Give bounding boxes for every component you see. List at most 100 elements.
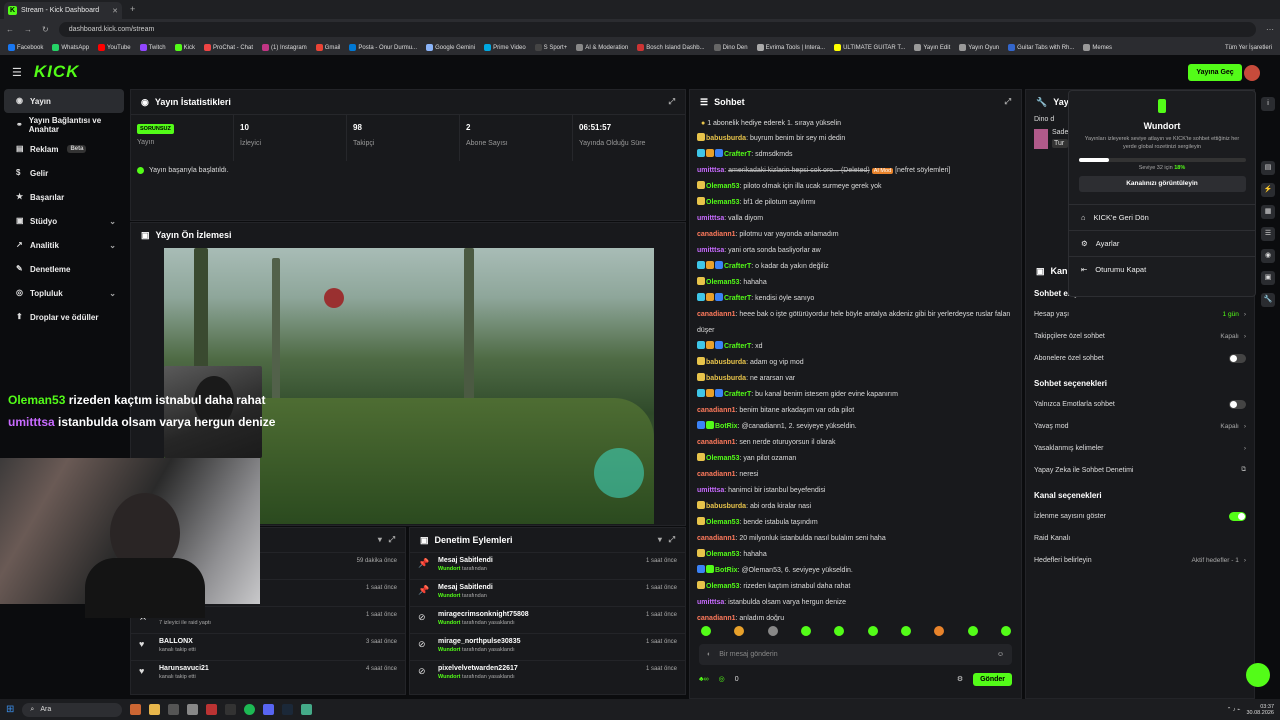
chat-username[interactable]: Oleman53 [706, 551, 739, 558]
chat-username[interactable]: CrafterT [724, 343, 751, 350]
emote-icon[interactable] [734, 626, 745, 636]
user-avatar[interactable] [1244, 65, 1260, 81]
chat-username[interactable]: Oleman53 [706, 583, 739, 590]
go-live-button[interactable]: Yayına Geç [1188, 64, 1242, 81]
tool-icon[interactable]: ☰ [1261, 227, 1275, 241]
emote-icon[interactable] [1000, 626, 1011, 636]
chat-username[interactable]: CrafterT [724, 263, 751, 270]
chat-username[interactable]: Oleman53 [706, 199, 739, 206]
sidebar-item-8[interactable]: ◎ Topluluk ⌄ [4, 281, 124, 305]
bookmark-item[interactable]: ProChat - Chat [203, 44, 253, 51]
chat-username[interactable]: canadiann1 [697, 439, 736, 446]
chat-message[interactable]: canadiann1: anladım doğru [697, 611, 1015, 621]
bookmark-item[interactable]: YouTube [98, 44, 131, 51]
sidebar-item-6[interactable]: ↗ Analitik ⌄ [4, 233, 124, 257]
sidebar-item-7[interactable]: ✎ Denetleme [4, 257, 124, 281]
toggle-switch[interactable] [1229, 353, 1246, 363]
chat-username[interactable]: CrafterT [724, 391, 751, 398]
chat-message[interactable]: babusburda: ne ararsan var [697, 371, 1015, 387]
setting-row[interactable]: İzlenme sayısını göster [1026, 505, 1254, 527]
chat-username[interactable]: babusburda [706, 375, 746, 382]
emote-icon[interactable] [800, 626, 811, 636]
folder-app-icon[interactable] [149, 704, 161, 715]
bookmark-item[interactable]: Posta - Onur Durmu... [349, 44, 417, 51]
bookmark-item[interactable]: AI & Moderation [576, 44, 628, 51]
toggle-switch[interactable] [1229, 511, 1246, 521]
steam-app-icon[interactable] [282, 704, 294, 715]
chat-message[interactable]: canadiann1: benim bitane arkadaşım var o… [697, 403, 1015, 419]
tool-icon[interactable]: ⚡ [1261, 183, 1275, 197]
menu-item[interactable]: ⌂ KICK'e Geri Dön [1069, 204, 1255, 230]
emote-icon[interactable] [934, 626, 945, 636]
chat-username[interactable]: canadiann1 [697, 311, 736, 318]
extensions-icon[interactable]: ⋯ [1266, 25, 1274, 34]
chat-username[interactable]: babusburda [706, 503, 746, 510]
setting-row[interactable]: Yasaklanmış kelimeler › [1026, 437, 1254, 459]
chat-message[interactable]: BotRix: @canadiann1, 2. seviyeye yükseld… [697, 419, 1015, 435]
chat-input[interactable]: ◐ Bir mesaj gönderin ☺ [699, 644, 1012, 665]
view-channel-button[interactable]: Kanalınızı görüntüleyin [1078, 176, 1246, 192]
chevron-down-icon[interactable]: ⌄ [109, 289, 116, 298]
bookmark-item[interactable]: Evrima Tools | Intera... [756, 44, 825, 51]
bookmark-item[interactable]: S Sport+ [534, 44, 567, 51]
setting-row[interactable]: Yalnızca Emotlarla sohbet [1026, 393, 1254, 415]
chat-settings-icon[interactable]: ⚙ [957, 675, 963, 683]
chat-username[interactable]: BotRix [715, 423, 738, 430]
emote-icon[interactable] [701, 626, 711, 636]
bookmark-item[interactable]: WhatsApp [52, 44, 89, 51]
chat-message[interactable]: Oleman53: hahaha [697, 547, 1015, 563]
sidebar-item-3[interactable]: $ Gelir [4, 161, 124, 185]
kick-logo[interactable]: KICK [34, 62, 80, 82]
chat-username[interactable]: Oleman53 [706, 183, 739, 190]
app-icon[interactable] [206, 704, 218, 715]
expand-icon[interactable]: ⤢ [1005, 97, 1011, 107]
chevron-down-icon[interactable]: ⌄ [109, 217, 116, 226]
all-bookmarks[interactable]: Tüm Yer İşaretleri [1225, 45, 1272, 51]
chat-username[interactable]: canadiann1 [697, 407, 736, 414]
chat-message[interactable]: canadiann1: neresi [697, 467, 1015, 483]
send-button[interactable]: Gönder [973, 672, 1012, 686]
chat-message[interactable]: umitttsa: yani orta sonda basliyorlar aw [697, 243, 1015, 259]
filter-icon[interactable]: ▾ ⤢ [378, 535, 395, 545]
bookmark-item[interactable]: ULTIMATE GUITAR T... [834, 44, 905, 51]
chat-message[interactable]: umitttsa: amerikadaki kizlarin hepsi cok… [697, 163, 1015, 179]
sidebar-item-1[interactable]: ⚭ Yayın Bağlantısı ve Anahtar [4, 113, 124, 137]
setting-row[interactable]: Yavaş mod Kapalı › [1026, 415, 1254, 437]
bookmark-item[interactable]: Bosch Island Dashb... [637, 44, 705, 51]
chat-username[interactable]: Oleman53 [706, 279, 739, 286]
community-icon[interactable]: ♣∞ [699, 676, 709, 683]
chat-message[interactable]: CrafterT: kendisi öyle sanıyo [697, 291, 1015, 307]
bookmark-item[interactable]: Yayın Oyun [959, 44, 999, 51]
chat-message[interactable]: Oleman53: piloto olmak için illa ucak su… [697, 179, 1015, 195]
chat-username[interactable]: CrafterT [724, 151, 751, 158]
reload-icon[interactable]: ↻ [42, 25, 49, 34]
chat-message[interactable]: canadiann1: heee bak o işte götürüyordur… [697, 307, 1015, 339]
setting-row[interactable]: Hesap yaşı 1 gün › [1026, 303, 1254, 325]
chat-username[interactable]: babusburda [706, 359, 746, 366]
bookmark-item[interactable]: (1) Instagram [262, 44, 307, 51]
chat-username[interactable]: Oleman53 [706, 455, 739, 462]
clock[interactable]: 03:37 30.08.2026 [1246, 704, 1274, 716]
expand-icon[interactable]: ⤢ [669, 97, 675, 107]
chat-message[interactable]: babusburda: adam og vip mod [697, 355, 1015, 371]
chat-message[interactable]: babusburda: buyrum benim bir sey mi dedi… [697, 131, 1015, 147]
emote-icon[interactable] [767, 626, 778, 636]
chat-message[interactable]: CrafterT: bu kanal benim istesem gider e… [697, 387, 1015, 403]
tool-icon[interactable]: ▣ [1261, 271, 1275, 285]
chat-username[interactable]: umitttsa [697, 247, 724, 254]
taskbar-search[interactable]: ⌕ Ara [22, 702, 123, 717]
chat-message[interactable]: umitttsa: hanimci bir istanbul beyefendi… [697, 483, 1015, 499]
toggle-switch[interactable] [1229, 399, 1246, 409]
setting-row[interactable]: Raid Kanalı [1026, 527, 1254, 549]
emote-icon[interactable] [967, 626, 978, 636]
sidebar-item-2[interactable]: ▤ Reklam Beta [4, 137, 124, 161]
filter-icon[interactable]: ▾ ⤢ [658, 535, 675, 545]
chat-message[interactable]: CrafterT: sdmsdkmds [697, 147, 1015, 163]
chat-message[interactable]: umitttsa: istanbulda olsam varya hergun … [697, 595, 1015, 611]
chat-username[interactable]: canadiann1 [697, 231, 736, 238]
setting-row[interactable]: Yapay Zeka ile Sohbet Denetimi ⧉ [1026, 459, 1254, 481]
close-tab-icon[interactable]: ✕ [112, 7, 118, 15]
chat-username[interactable]: babusburda [706, 135, 746, 142]
chat-message[interactable]: CrafterT: xd [697, 339, 1015, 355]
setting-row[interactable]: Takipçilere özel sohbet Kapalı › [1026, 325, 1254, 347]
